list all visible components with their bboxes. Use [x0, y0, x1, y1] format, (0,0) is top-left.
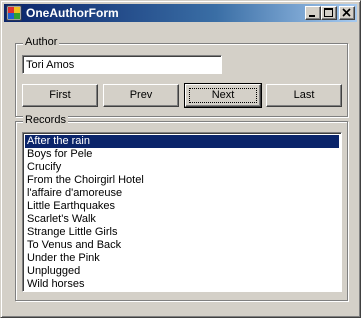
- window-title: OneAuthorForm: [26, 6, 119, 20]
- next-button[interactable]: Next: [184, 83, 262, 108]
- maximize-icon: [324, 8, 333, 17]
- author-input[interactable]: [22, 55, 222, 74]
- list-item[interactable]: Wild horses: [25, 278, 339, 291]
- prev-button[interactable]: Prev: [103, 84, 179, 107]
- list-item[interactable]: l'affaire d'amoreuse: [25, 187, 339, 200]
- app-window: OneAuthorForm Author First Prev Next Las…: [0, 0, 361, 318]
- list-item[interactable]: From the Choirgirl Hotel: [25, 174, 339, 187]
- title-bar[interactable]: OneAuthorForm: [4, 4, 357, 22]
- author-group-label: Author: [23, 36, 60, 48]
- minimize-button[interactable]: [305, 6, 321, 20]
- close-icon: [342, 8, 351, 17]
- maximize-button[interactable]: [321, 6, 337, 20]
- list-item[interactable]: Under the Pink: [25, 252, 339, 265]
- records-listbox[interactable]: After the rain Boys for Pele Crucify From t…: [22, 132, 342, 292]
- records-group-label: Records: [23, 114, 68, 126]
- next-button-label: Next: [211, 89, 235, 101]
- list-item[interactable]: Scarlet's Walk: [25, 213, 339, 226]
- list-item[interactable]: Little Earthquakes: [25, 200, 339, 213]
- last-button[interactable]: Last: [266, 84, 342, 107]
- list-item[interactable]: Unplugged: [25, 265, 339, 278]
- list-item[interactable]: To Venus and Back: [25, 239, 339, 252]
- close-button[interactable]: [339, 6, 355, 20]
- minimize-icon: [309, 15, 315, 17]
- list-item[interactable]: After the rain: [25, 135, 339, 148]
- app-icon[interactable]: [6, 5, 22, 21]
- list-item[interactable]: Crucify: [25, 161, 339, 174]
- first-button[interactable]: First: [22, 84, 98, 107]
- list-item[interactable]: Strange Little Girls: [25, 226, 339, 239]
- list-item[interactable]: Boys for Pele: [25, 148, 339, 161]
